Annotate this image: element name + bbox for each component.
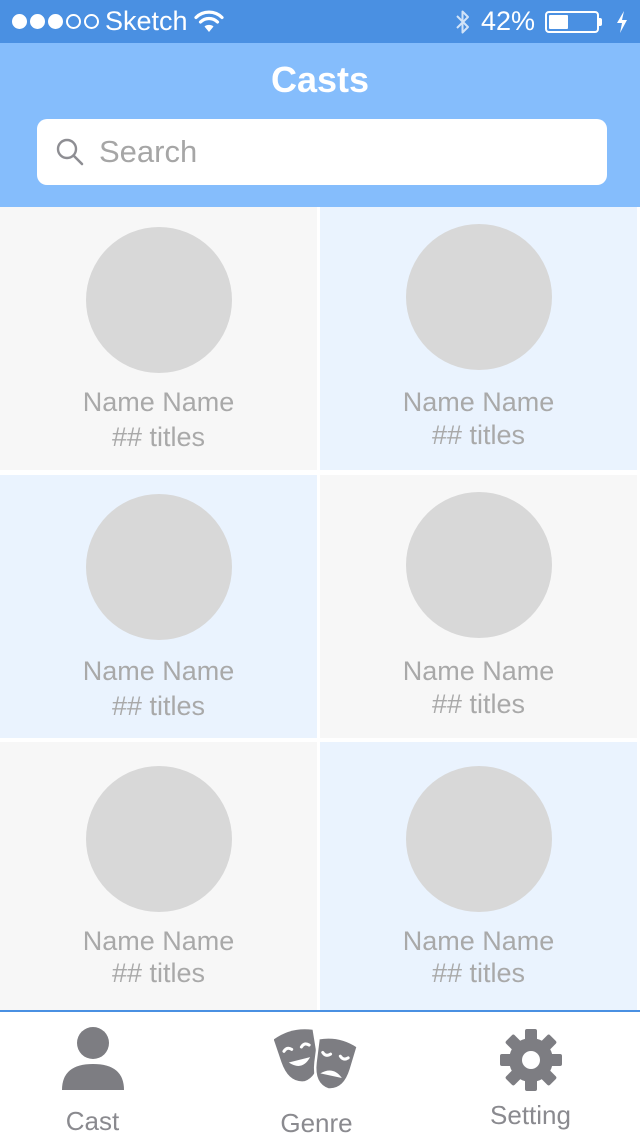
cast-avatar [85,227,232,373]
cast-name: Name Name [82,926,235,956]
cast-avatar [85,494,232,640]
cast-title-count: ## titles [111,958,206,988]
tab-setting[interactable]: Setting [424,1012,637,1136]
cast-avatar [85,766,232,912]
bluetooth-icon [456,10,469,33]
cast-card[interactable]: Name Name ## titles [0,475,317,738]
page-title: Casts [270,59,370,100]
header: Casts [0,43,640,207]
battery-icon [545,10,602,33]
cast-name: Name Name [402,387,555,417]
cast-title-count: ## titles [431,689,526,719]
cast-title-count: ## titles [111,691,206,721]
cast-avatar [405,492,552,638]
cast-name: Name Name [402,656,555,686]
cast-avatar [405,766,552,912]
cast-card[interactable]: Name Name ## titles [320,742,637,1010]
tab-bar: Cast Genre Setting [0,1010,640,1136]
cast-title-count: ## titles [111,422,206,452]
cast-card[interactable]: Name Name ## titles [320,207,637,470]
tab-genre[interactable]: Genre [210,1012,423,1136]
status-bar: Sketch 42% [0,0,640,43]
person-icon [61,1027,124,1090]
cast-name: Name Name [402,926,555,956]
search-bar[interactable] [37,119,607,185]
battery-percent: 42% [480,6,535,36]
signal-strength-icon [12,14,99,29]
theater-masks-icon [273,1029,359,1091]
cast-name: Name Name [82,387,235,417]
charging-bolt-icon [617,10,627,33]
wifi-icon [193,10,224,32]
tab-label: Setting [490,1100,571,1130]
search-input[interactable] [99,134,579,170]
carrier-name: Sketch [105,6,188,36]
cast-avatar [405,224,552,370]
cast-card[interactable]: Name Name ## titles [0,207,317,470]
cast-title-count: ## titles [431,958,526,988]
battery-fill [549,14,569,29]
tab-label: Genre [280,1108,353,1136]
tab-label: Cast [65,1106,120,1136]
search-icon [56,138,84,166]
tab-cast[interactable]: Cast [0,1012,199,1136]
gear-icon [499,1029,562,1091]
cast-name: Name Name [82,656,235,686]
cast-card[interactable]: Name Name ## titles [320,475,637,738]
cast-grid: Name Name ## titles Name Name ## titles … [0,207,640,1010]
cast-card[interactable]: Name Name ## titles [0,742,317,1010]
cast-title-count: ## titles [431,420,526,450]
